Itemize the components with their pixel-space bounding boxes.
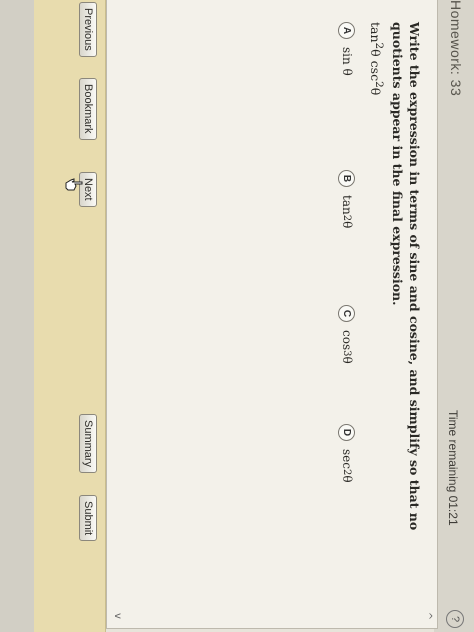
choice-b[interactable]: B tan 2 θ: [337, 170, 357, 228]
expression-end: θ: [367, 87, 383, 96]
choice-letter-c[interactable]: C: [338, 305, 356, 322]
submit-button[interactable]: Submit: [79, 495, 97, 542]
choice-text-b-tail: θ: [340, 221, 354, 229]
choice-letter-d[interactable]: D: [338, 424, 356, 441]
choice-letter-a[interactable]: A: [338, 22, 356, 39]
scroll-down-icon[interactable]: v: [111, 610, 123, 622]
question-expression: tan2θ csc2θ: [368, 22, 385, 95]
time-remaining: Time remaining 01:21: [446, 410, 460, 526]
choice-text-c-base: cos: [340, 330, 354, 351]
test-window: Homework: 33 Time remaining 01:21 ? ^ Wr…: [0, 0, 474, 632]
choice-text-a: sin θ: [340, 47, 354, 76]
choice-text-c-tail: θ: [340, 356, 354, 364]
choice-text-d-tail: θ: [340, 475, 354, 483]
help-icon[interactable]: ?: [446, 610, 464, 628]
title-bar: Homework: 33 Time remaining 01:21 ?: [434, 0, 474, 632]
choice-text-b-base: tan: [340, 195, 354, 215]
choice-d[interactable]: D sec 2 θ: [337, 424, 357, 483]
assignment-label: Homework: 33: [448, 0, 464, 97]
summary-button[interactable]: Summary: [79, 414, 97, 474]
navigation-bar: Previous Bookmark Next Summary Submit: [33, 0, 106, 632]
desk-background: [0, 0, 34, 632]
bookmark-button[interactable]: Bookmark: [79, 78, 97, 140]
hand-cursor-icon: [65, 178, 83, 191]
question-panel: ^ Write the expression in terms of sine …: [106, 0, 438, 629]
choice-c[interactable]: C cos 3 θ: [337, 305, 357, 364]
expression-middle: θ csc: [367, 49, 383, 82]
choice-a[interactable]: A sin θ: [337, 22, 357, 76]
previous-button[interactable]: Previous: [79, 2, 97, 57]
expression-base: tan: [367, 22, 383, 43]
choice-letter-b[interactable]: B: [338, 170, 356, 187]
scroll-up-icon[interactable]: ^: [421, 610, 433, 622]
question-prompt: Write the expression in terms of sine an…: [390, 22, 422, 531]
expression-exponent-2: 2: [373, 81, 385, 88]
choice-text-d-base: sec: [340, 449, 354, 469]
